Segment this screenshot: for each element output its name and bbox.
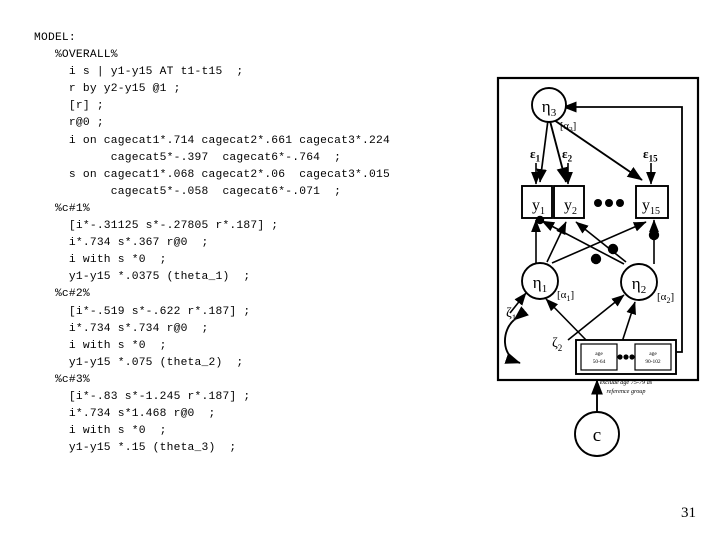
edge-zeta1-zeta2-correlation bbox=[504, 306, 529, 364]
label-epsilon-2: ε2 bbox=[562, 146, 573, 164]
edge-eta3-y1 bbox=[536, 119, 549, 183]
code-line: MODEL: bbox=[34, 32, 76, 44]
code-line: [i*-.83 s*-1.245 r*.187] ; bbox=[34, 390, 251, 403]
code-line: [r] ; bbox=[34, 100, 104, 113]
code-line: i*.734 s*.367 r@0 ; bbox=[34, 237, 209, 250]
code-line: r@0 ; bbox=[34, 117, 104, 130]
edge-zeta2-eta2 bbox=[567, 294, 625, 341]
code-line: y1-y15 *.15 (theta_3) ; bbox=[34, 442, 237, 455]
label-class-c: c bbox=[593, 425, 601, 446]
code-line: cagecat5*-.397 cagecat6*-.764 ; bbox=[34, 151, 342, 164]
ellipsis-age-boxes bbox=[617, 354, 635, 360]
code-line: r by y2-y15 @1 ; bbox=[34, 83, 181, 96]
label-eta1-mean: [α1] bbox=[557, 289, 574, 303]
label-eta2-mean: [α2] bbox=[657, 291, 674, 305]
code-line: %OVERALL% bbox=[34, 49, 118, 62]
code-line: %c#3% bbox=[34, 373, 90, 386]
diagram-frame bbox=[496, 76, 700, 382]
code-line: y1-y15 *.0375 (theta_1) ; bbox=[34, 271, 251, 284]
code-line: i with s *0 ; bbox=[34, 254, 167, 267]
label-eta3-mean: [α3] bbox=[560, 121, 576, 134]
edge-zeta1-eta1 bbox=[509, 292, 527, 314]
fixed-loading-dot bbox=[590, 253, 602, 265]
fixed-loading-dot bbox=[648, 229, 660, 241]
code-line: %c#1% bbox=[34, 202, 90, 215]
age-box-first-line2: 50-64 bbox=[593, 359, 606, 365]
code-line: s on cagecat1*.068 cagecat2*.06 cagecat3… bbox=[34, 168, 390, 181]
code-line: %c#2% bbox=[34, 288, 90, 301]
code-line: i*.734 s*.734 r@0 ; bbox=[34, 322, 209, 335]
age-reference-caption-line1: exclude age 75-79 as bbox=[600, 379, 653, 386]
age-box-last-line2: 90-102 bbox=[645, 359, 661, 365]
code-line: i s | y1-y15 AT t1-t15 ; bbox=[34, 66, 244, 79]
label-zeta1: ζ1 bbox=[506, 306, 516, 323]
label-zeta2: ζ2 bbox=[552, 336, 562, 353]
code-line: cagecat5*-.058 cagecat6*-.071 ; bbox=[34, 185, 342, 198]
fixed-loading-dot bbox=[607, 243, 619, 255]
edge-age-to-eta3 bbox=[562, 101, 683, 353]
code-line: i*.734 s*1.468 r@0 ; bbox=[34, 408, 216, 421]
label-epsilon-15: ε15 bbox=[643, 146, 658, 164]
age-box-last bbox=[634, 343, 672, 371]
path-diagram: η3 [α3] ε1 ε2 ε15 y1 y2 y15 η1 [α1] η2 [… bbox=[496, 74, 700, 464]
code-line: y1-y15 *.075 (theta_2) ; bbox=[34, 356, 244, 369]
label-epsilon-1: ε1 bbox=[530, 146, 541, 164]
code-line: [i*-.519 s*-.622 r*.187] ; bbox=[34, 305, 251, 318]
code-line: [i*-.31125 s*-.27805 r*.187] ; bbox=[34, 220, 279, 233]
mplus-model-code: MODEL: %OVERALL% i s | y1-y15 AT t1-t15 … bbox=[34, 30, 494, 457]
slide-canvas: MODEL: %OVERALL% i s | y1-y15 AT t1-t15 … bbox=[0, 0, 720, 540]
fixed-loading-dot bbox=[535, 215, 545, 225]
age-box-last-line1: age bbox=[649, 351, 657, 357]
ellipsis-y-boxes bbox=[594, 199, 624, 207]
code-line: i with s *0 ; bbox=[34, 339, 167, 352]
code-line: i with s *0 ; bbox=[34, 425, 167, 438]
page-number: 31 bbox=[681, 505, 696, 521]
age-box-first-line1: age bbox=[595, 351, 603, 357]
edge-age-to-eta2 bbox=[621, 301, 636, 343]
age-box-first bbox=[580, 343, 618, 371]
age-reference-caption-line2: reference group bbox=[607, 388, 646, 395]
code-line: i on cagecat1*.714 cagecat2*.661 cagecat… bbox=[34, 134, 390, 147]
